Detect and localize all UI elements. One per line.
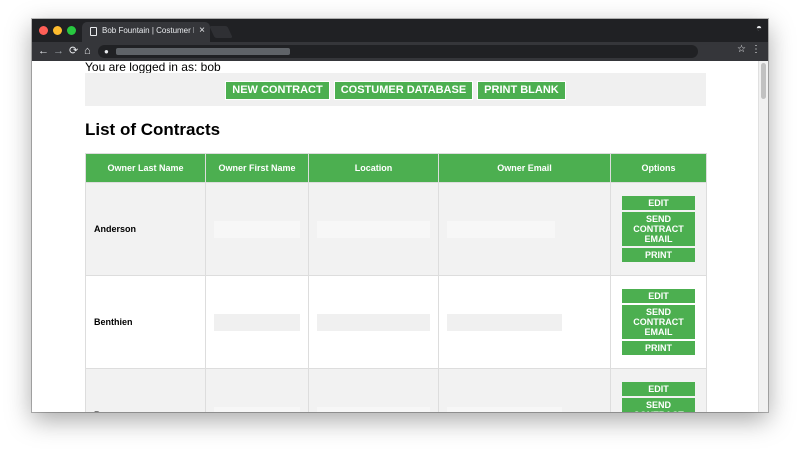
- close-icon[interactable]: ×: [199, 25, 205, 37]
- redacted-value: [317, 406, 430, 412]
- page-viewport: You are logged in as: bob NEW CONTRACT CO…: [32, 61, 768, 412]
- minimize-window-button[interactable]: [53, 26, 62, 35]
- maximize-window-button[interactable]: [67, 26, 76, 35]
- login-status: You are logged in as: bob: [85, 61, 221, 74]
- options-cell: EDIT SEND CONTRACT EMAIL PRINT: [610, 368, 707, 412]
- document-icon: [90, 27, 97, 36]
- redacted-value: [447, 313, 562, 331]
- edit-button[interactable]: EDIT: [622, 289, 695, 303]
- print-button[interactable]: PRINT: [622, 248, 695, 262]
- owner-first-name-cell: [205, 275, 309, 369]
- tab-bar: Bob Fountain | Costumer Database × ◓: [32, 19, 768, 42]
- send-contract-email-button[interactable]: SEND CONTRACT EMAIL: [622, 305, 695, 339]
- redacted-value: [214, 220, 300, 238]
- close-window-button[interactable]: [39, 26, 48, 35]
- location-cell: [308, 275, 439, 369]
- owner-first-name-cell: [205, 368, 309, 412]
- contracts-table: Owner Last Name Owner First Name Locatio…: [85, 153, 707, 412]
- top-navigation: NEW CONTRACT COSTUMER DATABASE PRINT BLANK: [85, 73, 706, 106]
- column-header-options: Options: [610, 153, 707, 183]
- redacted-value: [214, 313, 300, 331]
- costumer-database-button[interactable]: COSTUMER DATABASE: [333, 81, 474, 100]
- page-title: List of Contracts: [85, 120, 221, 139]
- redacted-value: [447, 220, 555, 238]
- redacted-value: [447, 406, 562, 412]
- home-icon[interactable]: ⌂: [84, 44, 91, 58]
- table-row: Anderson EDIT SEND CONTRACT EMAIL PRINT: [85, 182, 707, 276]
- edit-button[interactable]: EDIT: [622, 382, 695, 396]
- column-header-email[interactable]: Owner Email: [438, 153, 611, 183]
- location-cell: [308, 368, 439, 412]
- bookmark-star-icon[interactable]: ☆: [737, 44, 746, 55]
- redacted-value: [214, 406, 300, 412]
- owner-first-name-cell: [205, 182, 309, 276]
- table-row: Benthien EDIT SEND CONTRACT EMAIL PRINT: [85, 275, 707, 369]
- owner-last-name-cell: Benthien: [85, 275, 206, 369]
- incognito-icon: ◓: [755, 23, 762, 34]
- browser-toolbar: ← → ⟳ ⌂ ● ☆ ⋮: [32, 42, 768, 61]
- send-contract-email-button[interactable]: SEND CONTRACT EMAIL: [622, 212, 695, 246]
- owner-last-name-cell: Boyer: [85, 368, 206, 412]
- column-header-first-name[interactable]: Owner First Name: [205, 153, 309, 183]
- new-contract-button[interactable]: NEW CONTRACT: [225, 81, 330, 100]
- redacted-value: [317, 220, 430, 238]
- column-header-location[interactable]: Location: [308, 153, 439, 183]
- owner-last-name-cell: Anderson: [85, 182, 206, 276]
- column-header-last-name[interactable]: Owner Last Name: [85, 153, 206, 183]
- url-text: [116, 48, 290, 55]
- back-icon[interactable]: ←: [38, 44, 49, 58]
- options-cell: EDIT SEND CONTRACT EMAIL PRINT: [610, 275, 707, 369]
- owner-email-cell: [438, 182, 611, 276]
- print-button[interactable]: PRINT: [622, 341, 695, 355]
- forward-icon[interactable]: →: [53, 44, 64, 58]
- send-contract-email-button[interactable]: SEND CONTRACT EMAIL: [622, 398, 695, 412]
- owner-email-cell: [438, 368, 611, 412]
- redacted-value: [317, 313, 430, 331]
- lock-icon: ●: [104, 47, 109, 56]
- browser-window: Bob Fountain | Costumer Database × ◓ ← →…: [32, 19, 768, 412]
- reload-icon[interactable]: ⟳: [69, 44, 78, 58]
- browser-tab[interactable]: Bob Fountain | Costumer Database ×: [82, 22, 210, 42]
- page-scrollbar[interactable]: [758, 61, 768, 412]
- scrollbar-thumb[interactable]: [761, 63, 766, 99]
- table-row: Boyer EDIT SEND CONTRACT EMAIL PRINT: [85, 368, 707, 412]
- edit-button[interactable]: EDIT: [622, 196, 695, 210]
- location-cell: [308, 182, 439, 276]
- tab-title: Bob Fountain | Costumer Database: [102, 26, 194, 35]
- print-blank-button[interactable]: PRINT BLANK: [477, 81, 566, 100]
- options-cell: EDIT SEND CONTRACT EMAIL PRINT: [610, 182, 707, 276]
- new-tab-button[interactable]: [209, 26, 233, 38]
- owner-email-cell: [438, 275, 611, 369]
- browser-menu-icon[interactable]: ⋮: [751, 44, 761, 55]
- address-bar[interactable]: ●: [98, 45, 698, 58]
- table-header-row: Owner Last Name Owner First Name Locatio…: [85, 153, 707, 183]
